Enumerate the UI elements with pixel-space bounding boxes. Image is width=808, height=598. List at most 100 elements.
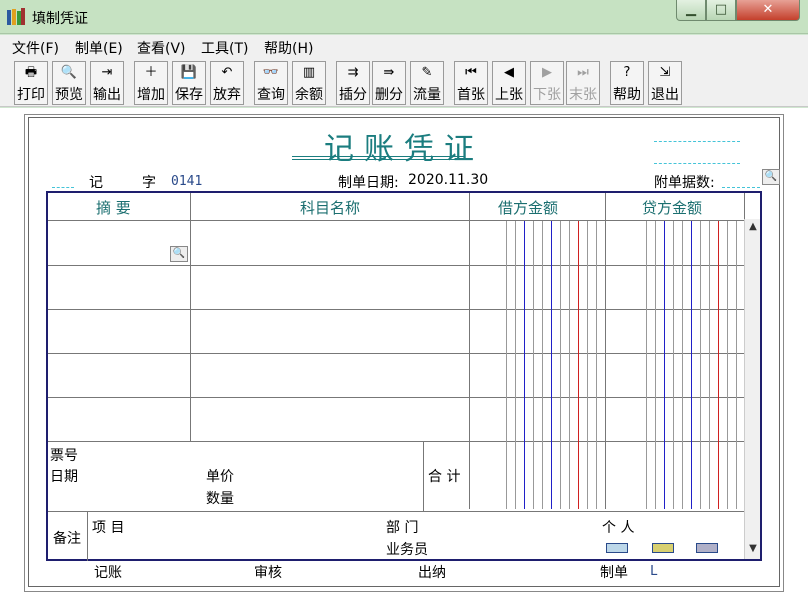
toolbar-button-label: 删分 — [375, 87, 403, 103]
total-label: 合 计 — [428, 469, 461, 485]
id-card-icon[interactable] — [652, 543, 674, 553]
reviewer-label: 审核 — [254, 565, 282, 581]
voucher-title: 记账凭证 — [324, 132, 484, 167]
toolbar-button-label: 输出 — [93, 87, 121, 103]
preparer-name: L — [650, 564, 658, 579]
table-row[interactable] — [48, 354, 744, 397]
card-icon[interactable] — [606, 543, 628, 553]
window-title: 填制凭证 — [32, 11, 88, 27]
toolbar-button-label: 插分 — [339, 87, 367, 103]
department-label: 部 门 — [386, 520, 419, 536]
table-row[interactable] — [48, 398, 744, 441]
menu-voucher[interactable]: 制单(E) — [75, 38, 123, 58]
preparer-label: 制单 — [600, 565, 628, 581]
remarks-divider — [87, 511, 88, 561]
close-button[interactable]: ✕ — [736, 0, 800, 21]
toolbar-button-label: 帮助 — [613, 87, 641, 103]
printer-icon: 🖶 — [24, 65, 38, 80]
menu-file[interactable]: 文件(F) — [12, 38, 59, 58]
toolbar-button-1[interactable]: 🔍 预览 — [52, 61, 86, 105]
remarks-label: 备注 — [53, 531, 81, 547]
next-record-icon: ▶ — [542, 65, 552, 80]
toolbar-button-10[interactable]: ✎ 流量 — [410, 61, 444, 105]
column-credit: 贷方金额 — [642, 199, 703, 217]
toolbar-button-16[interactable]: ⇲ 退出 — [648, 61, 682, 105]
toolbar-button-label: 下张 — [533, 87, 561, 103]
toolbar-button-5[interactable]: ↶ 放弃 — [210, 61, 244, 105]
footer-divider — [48, 511, 744, 512]
toolbar-button-11[interactable]: ⏮ 首张 — [454, 61, 488, 105]
delete-row-icon: ⇛ — [383, 65, 395, 80]
toolbar-button-2[interactable]: ⇥ 输出 — [90, 61, 124, 105]
scroll-down-icon[interactable]: ▼ — [745, 541, 761, 557]
column-divider — [423, 441, 424, 511]
toolbar-button-3[interactable]: ＋ 增加 — [134, 61, 168, 105]
toolbar-button-4[interactable]: 💾 保存 — [172, 61, 206, 105]
close-icon: ✕ — [762, 2, 774, 17]
last-record-icon: ⏭ — [577, 65, 589, 80]
toolbar-button-8[interactable]: ⇉ 插分 — [336, 61, 370, 105]
voucher-number-label: 字 — [142, 175, 156, 191]
grid-scrollbar[interactable]: ▲ ▼ — [744, 219, 760, 559]
add-icon: ＋ — [144, 65, 158, 80]
menu-bar: 文件(F) 制单(E) 查看(V) 工具(T) 帮助(H) — [0, 35, 808, 59]
column-account: 科目名称 — [300, 199, 361, 217]
toolbar-button-7[interactable]: ▥ 余额 — [292, 61, 326, 105]
toolbar-button-15[interactable]: ? 帮助 — [610, 61, 644, 105]
toolbar-button-0[interactable]: 🖶 打印 — [14, 61, 48, 105]
menu-tools[interactable]: 工具(T) — [201, 38, 248, 58]
minimize-icon: ▁ — [686, 2, 696, 17]
scroll-up-icon[interactable]: ▲ — [745, 219, 761, 235]
table-row[interactable] — [48, 266, 744, 309]
books-app-icon — [7, 8, 25, 25]
insert-row-icon: ⇉ — [347, 65, 359, 80]
maximize-button[interactable]: □ — [706, 0, 736, 21]
toolbar-button-label: 首张 — [457, 87, 485, 103]
toolbar-button-12[interactable]: ◀ 上张 — [492, 61, 526, 105]
toolbar-button-label: 打印 — [17, 87, 45, 103]
toolbar-button-13[interactable]: ▶ 下张 — [530, 61, 564, 105]
attachments-label: 附单据数: — [654, 175, 715, 191]
row-divider — [48, 441, 744, 442]
exit-icon: ⇲ — [659, 65, 671, 80]
toolbar-button-label: 末张 — [569, 87, 597, 103]
toolbar-button-9[interactable]: ⇛ 删分 — [372, 61, 406, 105]
toolbar-button-label: 退出 — [651, 87, 679, 103]
toolbar-button-label: 查询 — [257, 87, 285, 103]
minimize-button[interactable]: ▁ — [676, 0, 706, 21]
toolbar-button-label: 保存 — [175, 87, 203, 103]
undo-icon: ↶ — [221, 65, 233, 80]
menu-help[interactable]: 帮助(H) — [264, 38, 313, 58]
table-row[interactable] — [48, 310, 744, 353]
bar-chart-icon: ▥ — [302, 65, 316, 80]
toolbar-button-14[interactable]: ⏭ 末张 — [566, 61, 600, 105]
table-row[interactable] — [48, 221, 744, 264]
menu-view[interactable]: 查看(V) — [137, 38, 186, 58]
person-label: 个 人 — [602, 520, 635, 536]
save-icon: 💾 — [180, 65, 198, 80]
voucher-number[interactable]: 0141 — [171, 174, 202, 189]
voucher-type-label: 记 — [89, 175, 103, 191]
title-underline — [292, 156, 464, 157]
toolbar-button-label: 放弃 — [213, 87, 241, 103]
first-record-icon: ⏮ — [465, 65, 477, 80]
toolbar-button-label: 预览 — [55, 87, 83, 103]
summary-lookup-icon[interactable]: 🔍 — [170, 246, 188, 262]
column-debit: 借方金额 — [498, 199, 559, 217]
preview-icon: 🔍 — [60, 65, 78, 80]
export-icon: ⇥ — [101, 65, 113, 80]
voucher-date[interactable]: 2020.11.30 — [408, 172, 488, 188]
bookkeeper-label: 记账 — [94, 565, 122, 581]
title-underline-2 — [292, 159, 464, 160]
attachments-lookup-icon[interactable]: 🔍 — [762, 169, 780, 185]
dashed-line — [654, 163, 740, 164]
help-icon: ? — [623, 65, 631, 80]
grid-card-icon[interactable] — [696, 543, 718, 553]
ticket-no-label: 票号 — [50, 448, 78, 464]
column-divider — [744, 193, 745, 219]
edit-flow-icon: ✎ — [421, 65, 433, 80]
project-label: 项 目 — [92, 520, 125, 536]
dashed-line — [52, 187, 74, 188]
previous-record-icon: ◀ — [504, 65, 514, 80]
toolbar-button-6[interactable]: 👓 查询 — [254, 61, 288, 105]
